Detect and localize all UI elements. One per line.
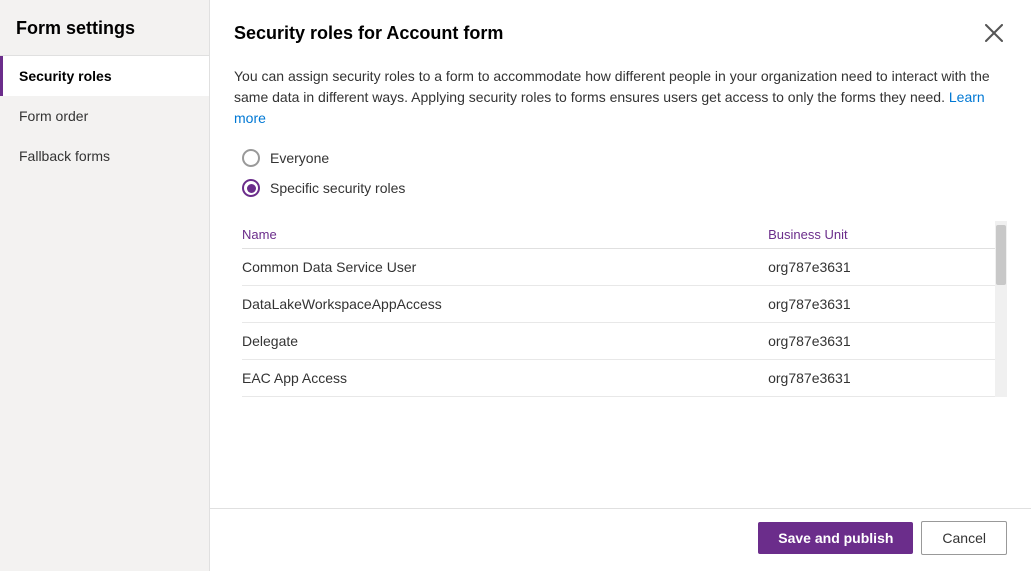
cancel-button[interactable]: Cancel [921,521,1007,555]
scrollbar-track[interactable] [995,221,1007,397]
roles-table-scroll[interactable]: Name Business Unit Common Data Service U… [234,221,995,397]
cell-business-unit: org787e3631 [768,323,995,360]
dialog-footer: Save and publish Cancel [210,508,1031,571]
cell-name: Common Data Service User [242,249,768,286]
scrollbar-thumb [996,225,1006,285]
sidebar-item-security-roles[interactable]: Security roles [0,56,209,96]
col-business-unit-header: Business Unit [768,221,995,249]
radio-label-specific: Specific security roles [270,180,405,196]
table-row: EAC App Accessorg787e3631 [242,360,995,397]
cell-business-unit: org787e3631 [768,286,995,323]
roles-table-container: Name Business Unit Common Data Service U… [234,221,1007,397]
cell-name: EAC App Access [242,360,768,397]
table-row: DataLakeWorkspaceAppAccessorg787e3631 [242,286,995,323]
close-button[interactable] [981,20,1007,46]
close-icon [985,24,1003,42]
dialog-body: You can assign security roles to a form … [210,58,1031,508]
radio-specific[interactable]: Specific security roles [242,179,1007,197]
sidebar-item-label: Form order [19,108,88,124]
table-row: Delegateorg787e3631 [242,323,995,360]
sidebar-title: Form settings [0,0,209,56]
cell-business-unit: org787e3631 [768,249,995,286]
dialog-title: Security roles for Account form [234,23,503,44]
col-name-header: Name [242,221,768,249]
sidebar-item-fallback-forms[interactable]: Fallback forms [0,136,209,176]
table-row: Common Data Service Userorg787e3631 [242,249,995,286]
cell-name: DataLakeWorkspaceAppAccess [242,286,768,323]
radio-everyone[interactable]: Everyone [242,149,1007,167]
cell-name: Delegate [242,323,768,360]
roles-table: Name Business Unit Common Data Service U… [242,221,995,397]
radio-circle-everyone [242,149,260,167]
description-text: You can assign security roles to a form … [234,66,1007,129]
sidebar-item-form-order[interactable]: Form order [0,96,209,136]
cell-business-unit: org787e3631 [768,360,995,397]
save-publish-button[interactable]: Save and publish [758,522,913,554]
radio-circle-specific [242,179,260,197]
sidebar-item-label: Security roles [19,68,112,84]
sidebar-item-label: Fallback forms [19,148,110,164]
dialog-header: Security roles for Account form [210,0,1031,58]
sidebar: Form settings Security roles Form order … [0,0,210,571]
main-panel: Security roles for Account form You can … [210,0,1031,571]
radio-label-everyone: Everyone [270,150,329,166]
radio-group: Everyone Specific security roles [234,149,1007,197]
